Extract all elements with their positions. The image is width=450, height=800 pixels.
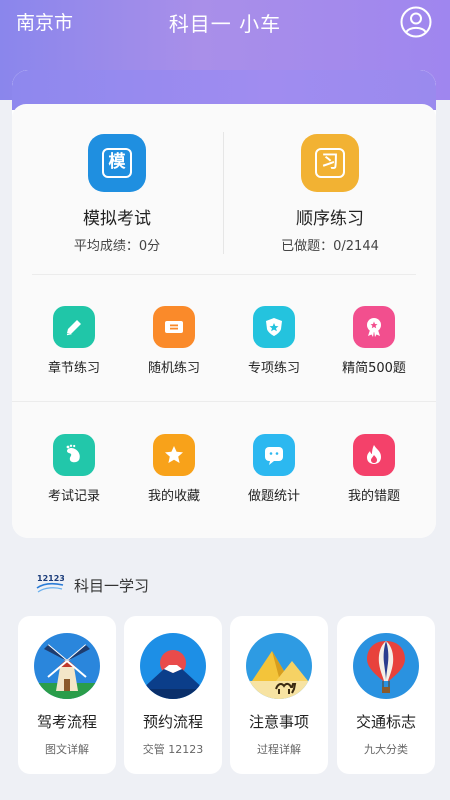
- notes-card[interactable]: 注意事项 过程详解: [230, 616, 328, 774]
- card-subtitle: 交管 12123: [142, 743, 204, 756]
- page-title[interactable]: 科目一 小车: [0, 8, 450, 37]
- sequential-practice-label: 顺序练习: [296, 209, 364, 229]
- my-mistakes-button[interactable]: 我的错题: [324, 434, 424, 504]
- footprint-icon: [53, 434, 95, 476]
- vertical-divider: [223, 132, 224, 254]
- sequential-practice-button[interactable]: 习 顺序练习 已做题：0/2144: [230, 134, 430, 254]
- windmill-icon: [34, 633, 100, 699]
- ticket-icon: [153, 306, 195, 348]
- card-subtitle: 九大分类: [364, 743, 408, 756]
- chapter-practice-button[interactable]: 章节练习: [24, 306, 124, 376]
- answer-stats-button[interactable]: 做题统计: [224, 434, 324, 504]
- star-icon: [153, 434, 195, 476]
- card-subtitle: 过程详解: [257, 743, 301, 756]
- exam-process-card[interactable]: 驾考流程 图文详解: [18, 616, 116, 774]
- traffic-signs-card[interactable]: 交通标志 九大分类: [337, 616, 435, 774]
- flame-icon: [353, 434, 395, 476]
- mock-exam-icon: 模: [88, 134, 146, 192]
- ribbon-badge-icon: [353, 306, 395, 348]
- mountain-icon: [140, 633, 206, 699]
- my-favorites-button[interactable]: 我的收藏: [124, 434, 224, 504]
- divider: [12, 401, 436, 402]
- grid-label: 章节练习: [47, 361, 100, 376]
- card-title: 驾考流程: [36, 713, 97, 731]
- grid-label: 专项练习: [247, 361, 300, 376]
- average-score: 平均成绩：0分: [73, 239, 161, 254]
- done-count: 已做题：0/2144: [281, 239, 379, 254]
- mock-exam-label: 模拟考试: [83, 209, 151, 229]
- chat-face-icon: [253, 434, 295, 476]
- card-title: 注意事项: [248, 713, 309, 731]
- pencil-icon: [53, 306, 95, 348]
- sequential-practice-glyph: 习: [315, 148, 345, 178]
- card-title: 交通标志: [355, 713, 416, 731]
- grid-label: 做题统计: [247, 489, 300, 504]
- shield-star-icon: [253, 306, 295, 348]
- user-circle-icon[interactable]: [400, 6, 432, 38]
- booking-process-card[interactable]: 预约流程 交管 12123: [124, 616, 222, 774]
- hot-air-balloon-icon: [353, 633, 419, 699]
- random-practice-button[interactable]: 随机练习: [124, 306, 224, 376]
- exam-records-button[interactable]: 考试记录: [24, 434, 124, 504]
- grid-label: 随机练习: [147, 361, 200, 376]
- sequential-practice-icon: 习: [301, 134, 359, 192]
- grid-label: 我的错题: [347, 489, 400, 504]
- topic-practice-button[interactable]: 专项练习: [224, 306, 324, 376]
- mock-exam-button[interactable]: 模 模拟考试 平均成绩：0分: [17, 134, 217, 254]
- grid-label: 考试记录: [47, 489, 100, 504]
- divider: [32, 274, 416, 275]
- practice-card: 模 模拟考试 平均成绩：0分 习 顺序练习 已做题：0/2144 章节练习 随机…: [12, 70, 436, 538]
- grid-label: 我的收藏: [147, 489, 200, 504]
- pyramid-camel-icon: [246, 633, 312, 699]
- section-title: 科目一学习: [74, 577, 150, 595]
- grid-label: 精简500题: [342, 361, 406, 376]
- card-subtitle: 图文详解: [45, 743, 89, 756]
- svg-text:12123: 12123: [37, 574, 64, 583]
- selected-500-button[interactable]: 精简500题: [324, 306, 424, 376]
- card-title: 预约流程: [142, 713, 203, 731]
- 12123-logo-icon: 12123: [36, 572, 65, 596]
- mock-exam-glyph: 模: [102, 148, 132, 178]
